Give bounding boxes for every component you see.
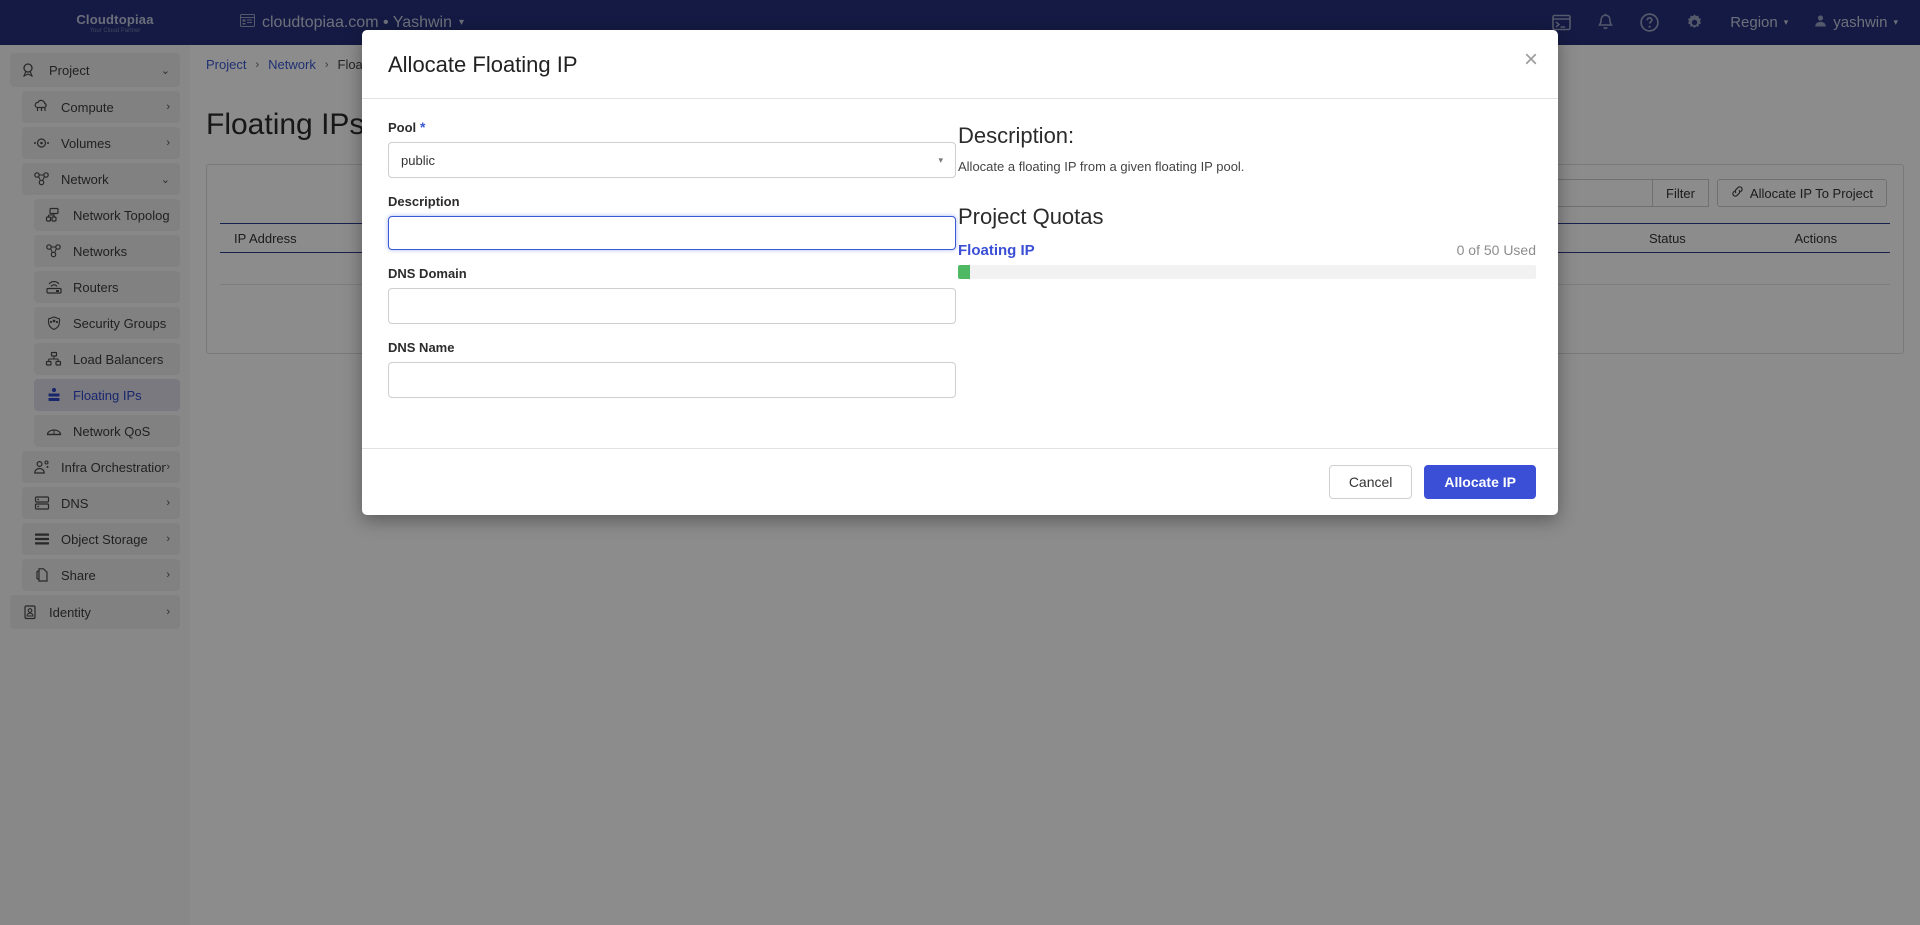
field-pool: Pool *public▾ xyxy=(388,119,922,178)
quota-progress-fill xyxy=(958,265,970,279)
chevron-down-icon: ▾ xyxy=(938,155,943,166)
select-pool[interactable]: public ▾ xyxy=(388,142,956,178)
field-label-text: DNS Name xyxy=(388,340,454,355)
allocate-ip-submit-button[interactable]: Allocate IP xyxy=(1424,465,1536,499)
modal-info-panel: Description: Allocate a floating IP from… xyxy=(958,119,1536,414)
field-description: Description xyxy=(388,194,922,250)
info-description-heading: Description: xyxy=(958,123,1536,149)
field-label-description: Description xyxy=(388,194,922,209)
field-value-pool: public xyxy=(401,153,435,168)
quota-used-label: 0 of 50 Used xyxy=(1457,242,1536,258)
input-description[interactable] xyxy=(388,216,956,250)
field-label-pool: Pool * xyxy=(388,119,922,135)
field-label-dns_domain: DNS Domain xyxy=(388,266,922,281)
allocate-floating-ip-modal: Allocate Floating IP × Pool * public ▾ Desc… xyxy=(362,30,1558,515)
project-quotas-heading: Project Quotas xyxy=(958,204,1536,230)
modal-form: Pool * public ▾ Description DNS Domain DNS Na… xyxy=(388,119,958,414)
field-label-text: Description xyxy=(388,194,460,209)
input-dns_name[interactable] xyxy=(388,362,956,398)
modal-header: Allocate Floating IP × xyxy=(362,30,1558,99)
info-description-text: Allocate a floating IP from a given floa… xyxy=(958,159,1536,174)
field-dns_name: DNS Name xyxy=(388,340,922,398)
modal-title: Allocate Floating IP xyxy=(388,52,1532,78)
field-label-text: Pool xyxy=(388,120,416,135)
quota-name: Floating IP xyxy=(958,242,1035,259)
close-icon[interactable]: × xyxy=(1524,48,1538,72)
modal-footer: Cancel Allocate IP xyxy=(362,448,1558,515)
field-label-text: DNS Domain xyxy=(388,266,467,281)
field-label-dns_name: DNS Name xyxy=(388,340,922,355)
modal-body: Pool * public ▾ Description DNS Domain DNS Na… xyxy=(362,99,1558,448)
input-dns_domain[interactable] xyxy=(388,288,956,324)
quota-progress-bar xyxy=(958,265,1536,279)
cancel-button[interactable]: Cancel xyxy=(1329,465,1413,499)
required-asterisk: * xyxy=(416,119,425,135)
field-dns_domain: DNS Domain xyxy=(388,266,922,324)
quota-row: Floating IP 0 of 50 Used xyxy=(958,242,1536,259)
